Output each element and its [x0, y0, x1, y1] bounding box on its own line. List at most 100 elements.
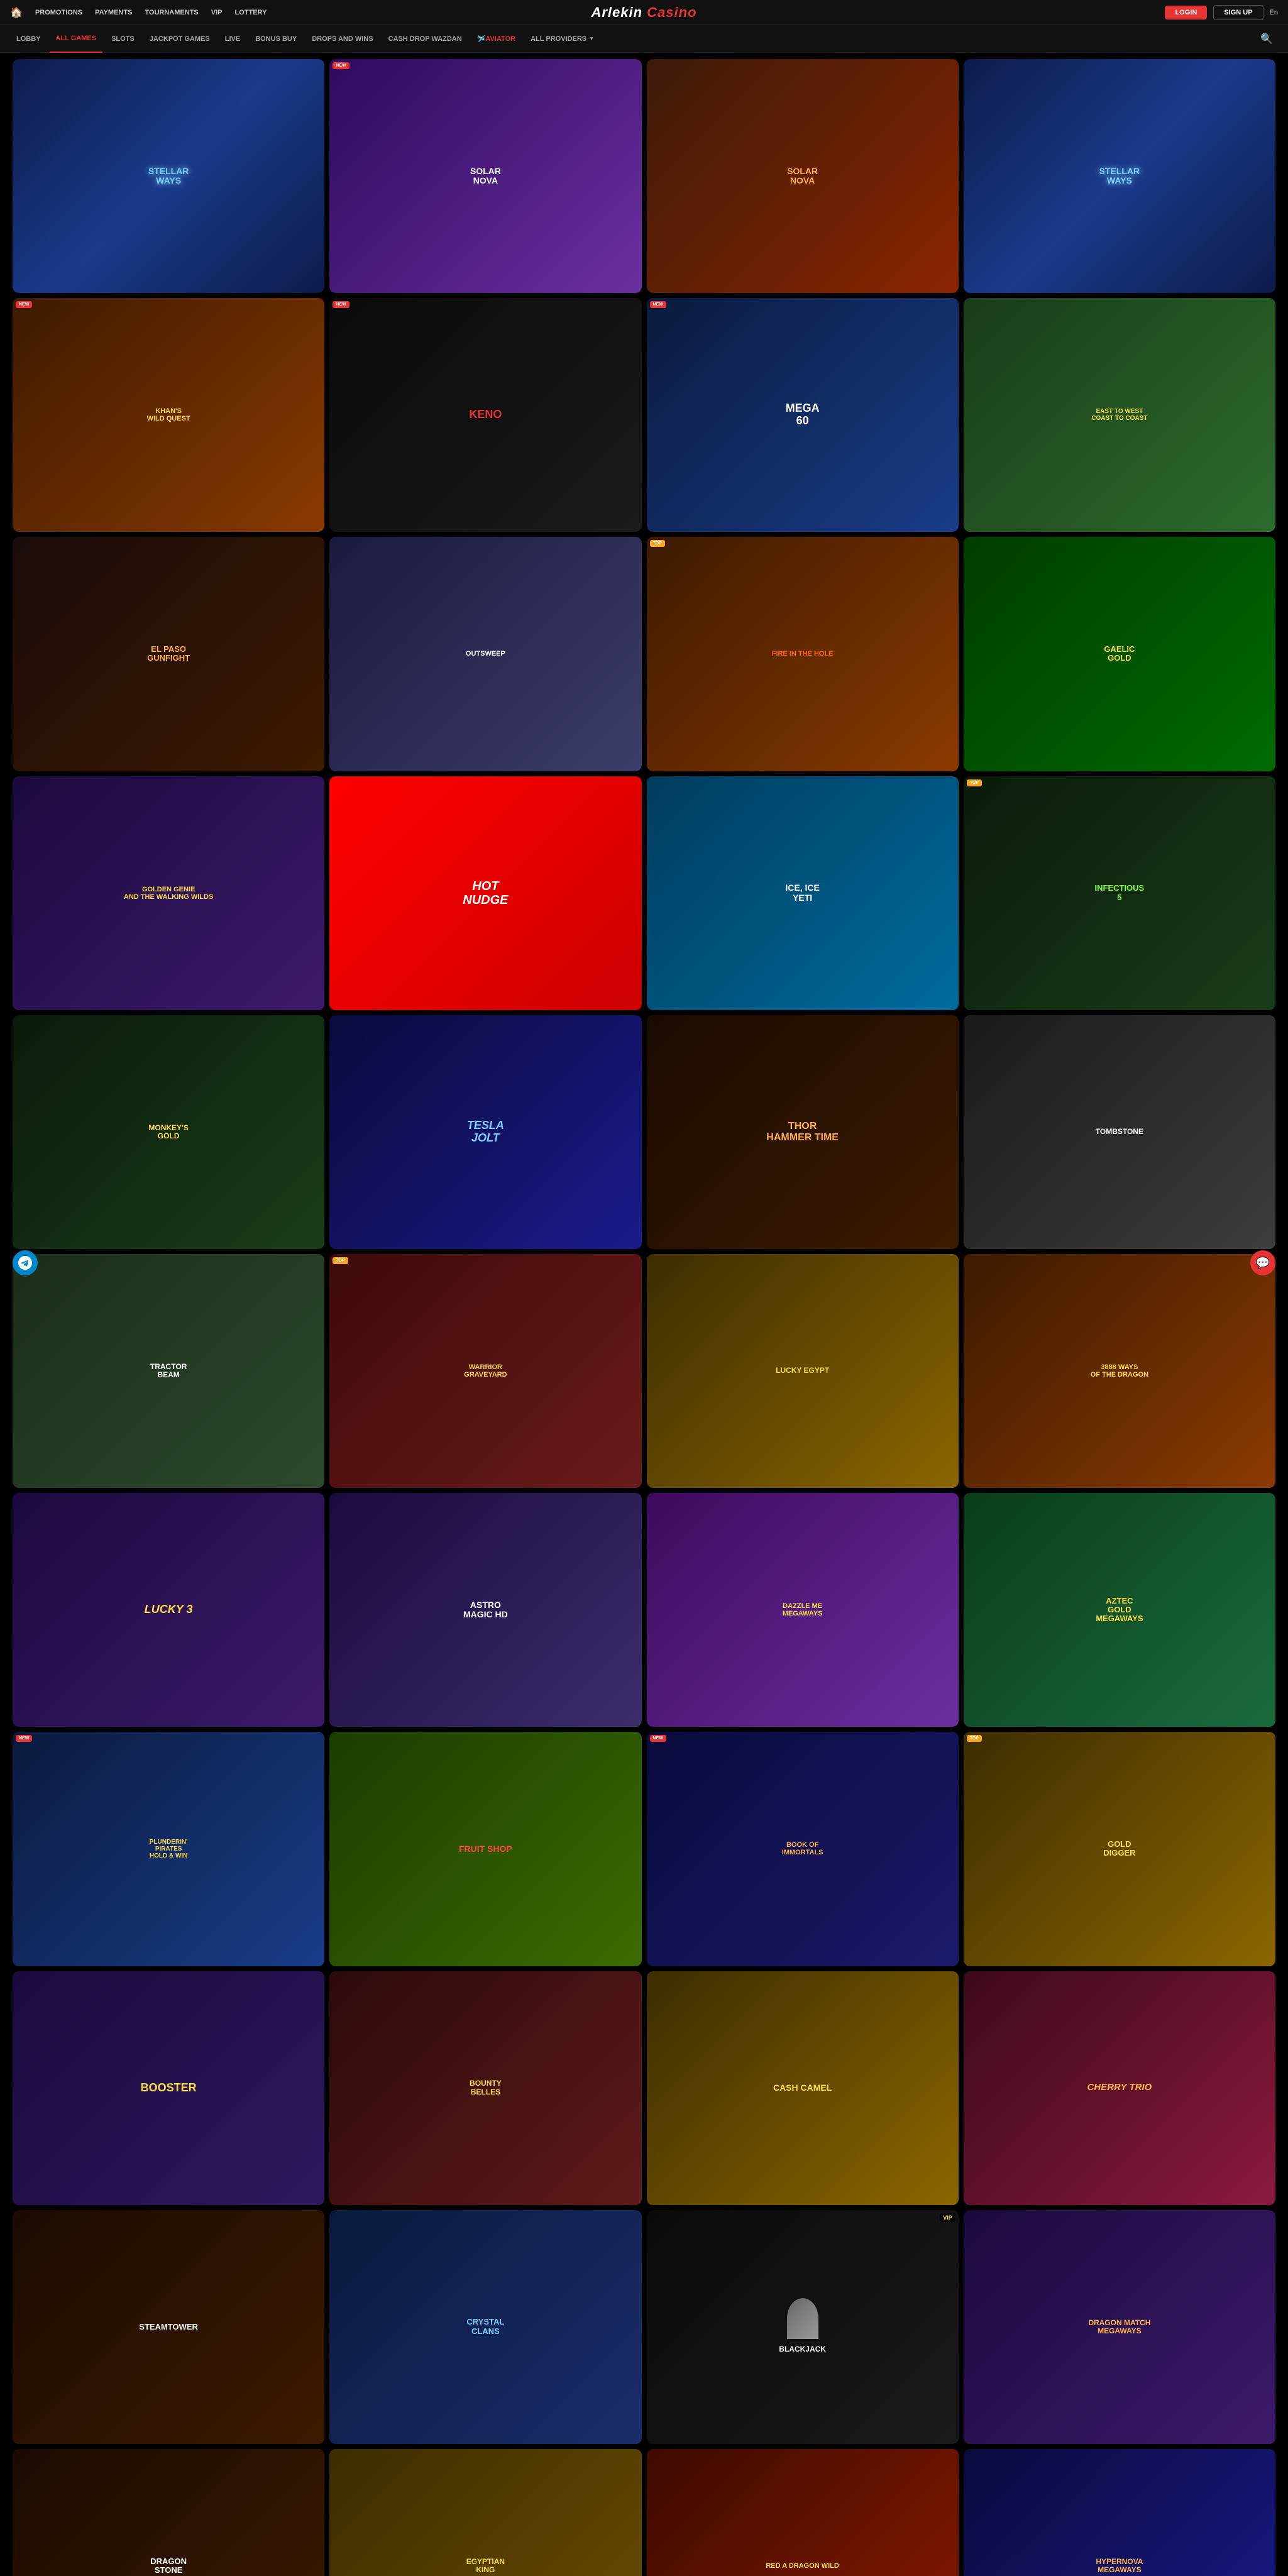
blackjack-dealer-avatar	[787, 2298, 818, 2339]
game-card-tesla[interactable]: TESLAJOLT	[329, 1015, 641, 1249]
game-title: GOLDDIGGER	[1101, 1837, 1138, 1861]
game-card-tractor-beam[interactable]: TractorBeam	[13, 1254, 324, 1488]
language-selector[interactable]: En	[1270, 9, 1278, 16]
game-card-tombstone[interactable]: TOMBSTONE	[964, 1015, 1275, 1249]
game-card-crystal-clans[interactable]: CRYSTALCLANS	[329, 2210, 641, 2444]
telegram-button[interactable]	[13, 1250, 38, 1275]
game-card-mega60[interactable]: NEW MEGA60	[647, 298, 959, 532]
game-card-lucky-egypt[interactable]: LUCKY EGYPT	[647, 1254, 959, 1488]
game-card-stellar-ways-1[interactable]: STELLARWAYS	[13, 59, 324, 293]
secondary-navigation: LOBBY ALL GAMES SLOTS JACKPOT GAMES LIVE…	[0, 25, 1288, 53]
game-title: SOLARNOVA	[468, 164, 504, 189]
game-card-el-paso[interactable]: EL PASOGUNFIGHT	[13, 537, 324, 771]
chat-button[interactable]: 💬	[1250, 1250, 1275, 1275]
nav-jackpot-games[interactable]: JACKPOT GAMES	[143, 25, 216, 53]
game-card-keno[interactable]: NEW KENO	[329, 298, 641, 532]
game-title: DAZZLE MEMEGAWAYS	[780, 1600, 825, 1620]
game-card-monkeys-gold[interactable]: MONKEY'SGOLD	[13, 1015, 324, 1249]
badge-top: TOP	[967, 779, 982, 786]
game-card-thor[interactable]: THORHAMMER TIME	[647, 1015, 959, 1249]
game-card-dragon-match[interactable]: DRAGON MATCHMEGAWAYS	[964, 2210, 1275, 2444]
game-title: BLACKJACK	[776, 2343, 828, 2356]
game-card-ways-dragon[interactable]: 3888 WAYSOF THE DRAGON	[964, 1254, 1275, 1488]
game-card-egyptian-king[interactable]: EGYPTIANKING	[329, 2449, 641, 2576]
game-card-gold-digger[interactable]: TOP GOLDDIGGER	[964, 1732, 1275, 1966]
game-card-east-west[interactable]: EAST TO WESTCOAST TO COAST	[964, 298, 1275, 532]
game-card-golden-genie[interactable]: GOLDEN GENIEAND THE WALKING WILDS	[13, 776, 324, 1010]
logo-red: Casino	[647, 4, 696, 20]
game-title: BOOSTER	[138, 2079, 199, 2097]
game-title: STEAMTOWER	[136, 2320, 201, 2334]
nav-lobby[interactable]: LOBBY	[10, 25, 47, 53]
game-card-solar-nova-2[interactable]: SOLARNOVA	[647, 59, 959, 293]
game-card-ice-yeti[interactable]: ICE, ICEYETI	[647, 776, 959, 1010]
game-card-hypernova[interactable]: HYPERNOVAMEGAWAYS	[964, 2449, 1275, 2576]
game-title: TractorBeam	[148, 1360, 189, 1382]
login-button[interactable]: LOGIN	[1165, 6, 1207, 19]
badge-top: TOP	[967, 1735, 982, 1742]
game-card-warrior-graveyard[interactable]: TOP WARRIORGRAVEYARD	[329, 1254, 641, 1488]
nav-aviator[interactable]: 🛩️ Aviator	[471, 25, 522, 53]
game-title: KENO	[466, 406, 504, 424]
game-title: FRUIT SHOP	[456, 1842, 515, 1856]
game-title: LUCKY EGYPT	[773, 1364, 832, 1377]
site-logo[interactable]: Arlekin Casino	[591, 4, 696, 21]
nav-all-providers[interactable]: ALL PROVIDERS ▼	[524, 25, 600, 53]
game-card-cash-camel[interactable]: CASH CAMEL	[647, 1971, 959, 2205]
nav-lottery[interactable]: LOTTERY	[234, 9, 267, 16]
game-card-dazzle-me[interactable]: DAZZLE MEMEGAWAYS	[647, 1493, 959, 1727]
game-card-blackjack-vip[interactable]: VIP BLACKJACK	[647, 2210, 959, 2444]
game-title: WARRIORGRAVEYARD	[461, 1361, 509, 1381]
game-title: PLUNDERIN'PIRATESHOLD & WIN	[147, 1836, 190, 1862]
game-card-steamtower[interactable]: STEAMTOWER	[13, 2210, 324, 2444]
game-grid-container: STELLARWAYS NEW SOLARNOVA SOLARNOVA STEL…	[0, 53, 1288, 2576]
game-card-aztec-gold[interactable]: AZTECGOLDMEGAWAYS	[964, 1493, 1275, 1727]
game-title: GOLDEN GENIEAND THE WALKING WILDS	[121, 883, 216, 903]
game-title: DRAGONSTONE	[148, 2555, 189, 2576]
game-title: STELLARWAYS	[146, 164, 192, 189]
nav-tournaments[interactable]: TOURNAMENTS	[145, 9, 198, 16]
game-title: HYPERNOVAMEGAWAYS	[1093, 2555, 1145, 2576]
game-title: GAELICGOLD	[1101, 642, 1137, 666]
game-card-plunderin[interactable]: NEW PLUNDERIN'PIRATESHOLD & WIN	[13, 1732, 324, 1966]
nav-payments[interactable]: PAYMENTS	[95, 9, 132, 16]
nav-promotions[interactable]: PROMOTIONS	[35, 9, 82, 16]
game-card-infectious5[interactable]: TOP INFECTIOUS5	[964, 776, 1275, 1010]
game-title: Lucky 3	[142, 1601, 195, 1619]
top-navigation: 🏠 PROMOTIONS PAYMENTS TOURNAMENTS VIP LO…	[0, 0, 1288, 25]
game-card-bounty-belles[interactable]: BOUNTYBELLES	[329, 1971, 641, 2205]
nav-vip[interactable]: VIP	[211, 9, 223, 16]
game-card-gaelic-gold[interactable]: GAELICGOLD	[964, 537, 1275, 771]
nav-live[interactable]: LIVE	[219, 25, 246, 53]
signup-button[interactable]: SIGN UP	[1213, 5, 1263, 20]
game-title: BOUNTYBELLES	[467, 2077, 504, 2098]
game-title: BOOK OFIMMORTALS	[779, 1839, 826, 1859]
nav-cash-drop[interactable]: CASH DROP WAZDAN	[382, 25, 468, 53]
game-card-lucky3[interactable]: Lucky 3	[13, 1493, 324, 1727]
nav-all-games[interactable]: ALL GAMES	[50, 25, 103, 53]
nav-bonus-buy[interactable]: BONUS BUY	[249, 25, 303, 53]
game-card-stellar-ways-2[interactable]: STELLARWAYS	[964, 59, 1275, 293]
game-card-book-immortals[interactable]: NEW BOOK OFIMMORTALS	[647, 1732, 959, 1966]
top-nav-right: LOGIN SIGN UP En	[1165, 5, 1278, 20]
game-card-fire-hole[interactable]: TOP FIRE IN THE HOLE	[647, 537, 959, 771]
game-card-booster[interactable]: BOOSTER	[13, 1971, 324, 2205]
game-card-astro-magic[interactable]: AstroMagic HD	[329, 1493, 641, 1727]
nav-slots[interactable]: SLOTS	[105, 25, 141, 53]
game-card-red-dragon[interactable]: RED A DRAGON WILD	[647, 2449, 959, 2576]
home-icon[interactable]: 🏠	[10, 6, 23, 19]
game-card-fruit-shop[interactable]: FRUIT SHOP	[329, 1732, 641, 1966]
game-card-cherry-trio[interactable]: Cherry Trio	[964, 1971, 1275, 2205]
game-title: TOMBSTONE	[1093, 1125, 1146, 1138]
game-title: EGYPTIANKING	[464, 2555, 507, 2576]
game-card-dragon-stone[interactable]: DRAGONSTONE	[13, 2449, 324, 2576]
game-title: SOLARNOVA	[784, 164, 820, 189]
game-card-khans-wild[interactable]: NEW KHAN'SWILD QUEST	[13, 298, 324, 532]
game-grid: STELLARWAYS NEW SOLARNOVA SOLARNOVA STEL…	[13, 59, 1275, 2576]
search-button[interactable]: 🔍	[1255, 30, 1278, 48]
game-card-hot-nudge[interactable]: HOTNUDGE	[329, 776, 641, 1010]
nav-drops-wins[interactable]: DROPS AND WINS	[305, 25, 379, 53]
game-card-solar-nova-1[interactable]: NEW SOLARNOVA	[329, 59, 641, 293]
badge-new: NEW	[650, 301, 666, 308]
game-card-outsweep[interactable]: OUTSWEEP	[329, 537, 641, 771]
